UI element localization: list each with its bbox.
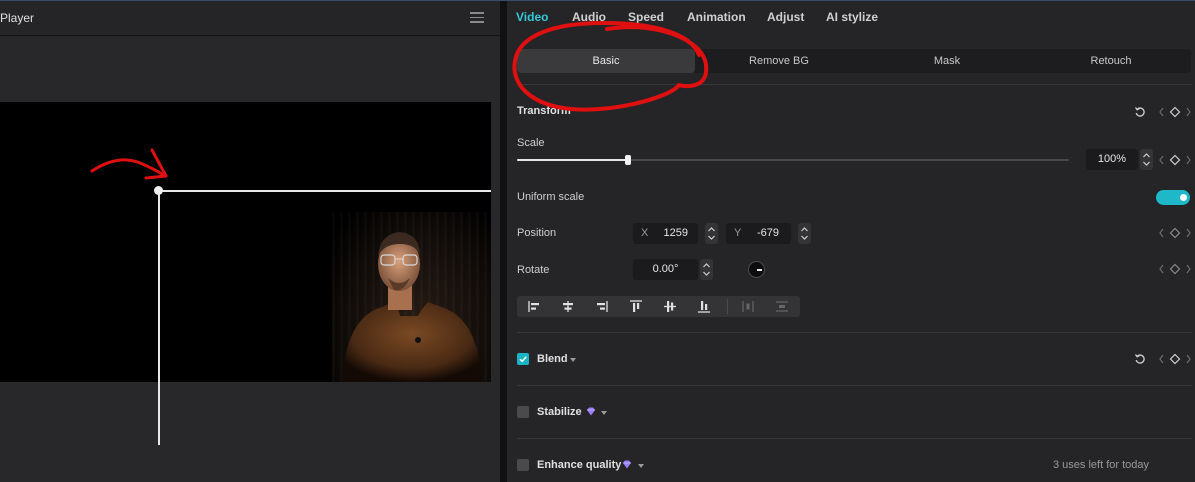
premium-gem-icon bbox=[587, 407, 595, 416]
player-panel: Player bbox=[0, 1, 500, 482]
enhance-quality-checkbox[interactable] bbox=[517, 459, 529, 471]
person-figure bbox=[342, 232, 482, 382]
position-y-value: -679 bbox=[756, 227, 779, 239]
dial-hand bbox=[757, 269, 762, 271]
scale-slider[interactable] bbox=[517, 155, 1069, 165]
reset-icon[interactable] bbox=[1134, 353, 1146, 365]
scale-stepper-icon[interactable] bbox=[1140, 149, 1153, 170]
blend-label[interactable]: Blend bbox=[537, 353, 568, 365]
subtab-mask[interactable]: Mask bbox=[863, 49, 1031, 73]
toggle-knob bbox=[1180, 194, 1187, 201]
rotate-label: Rotate bbox=[517, 264, 550, 276]
menu-icon[interactable] bbox=[470, 12, 484, 24]
distribute-h-icon[interactable] bbox=[731, 296, 765, 317]
blend-checkbox[interactable] bbox=[517, 353, 529, 365]
chevron-down-icon[interactable] bbox=[601, 411, 607, 415]
stabilize-label[interactable]: Stabilize bbox=[537, 406, 582, 418]
divider bbox=[517, 438, 1192, 439]
align-top-icon[interactable] bbox=[619, 296, 653, 317]
alignment-toolbar bbox=[517, 296, 800, 317]
enhance-quality-usage-note: 3 uses left for today bbox=[1053, 459, 1149, 471]
stabilize-checkbox[interactable] bbox=[517, 406, 529, 418]
video-canvas[interactable] bbox=[0, 102, 491, 382]
rotate-dial-icon[interactable] bbox=[748, 261, 765, 278]
annotation-arrow bbox=[90, 148, 168, 180]
keyframe-icon[interactable] bbox=[1158, 353, 1192, 365]
keyframe-icon[interactable] bbox=[1158, 227, 1192, 239]
keyframe-icon[interactable] bbox=[1158, 154, 1192, 166]
position-label: Position bbox=[517, 227, 557, 239]
snap-guide-anchor[interactable] bbox=[154, 186, 163, 195]
distribute-v-icon[interactable] bbox=[765, 296, 799, 317]
position-x-value: 1259 bbox=[663, 227, 688, 239]
align-right-icon[interactable] bbox=[585, 296, 619, 317]
annotation-circle bbox=[512, 20, 709, 112]
uniform-scale-label: Uniform scale bbox=[517, 191, 585, 203]
uniform-scale-toggle[interactable] bbox=[1156, 190, 1190, 205]
align-left-icon[interactable] bbox=[517, 296, 551, 317]
position-x-stepper-icon[interactable] bbox=[705, 223, 718, 244]
toolbar-separator bbox=[727, 299, 728, 314]
position-x-label: X bbox=[641, 227, 649, 239]
scale-slider-fill bbox=[517, 159, 628, 161]
align-center-v-icon[interactable] bbox=[653, 296, 687, 317]
scale-value: 100% bbox=[1097, 153, 1127, 165]
chevron-down-icon[interactable] bbox=[638, 464, 644, 468]
premium-gem-icon bbox=[623, 460, 631, 469]
scale-label: Scale bbox=[517, 137, 545, 149]
enhance-quality-label[interactable]: Enhance quality bbox=[537, 459, 621, 471]
position-y-label: Y bbox=[734, 227, 742, 239]
keyframe-icon[interactable] bbox=[1158, 106, 1192, 118]
snap-guide-vertical bbox=[158, 190, 160, 445]
position-x-input[interactable]: X 1259 bbox=[633, 223, 698, 244]
inspector-panel: Video Audio Speed Animation Adjust AI st… bbox=[507, 1, 1195, 482]
scale-slider-thumb[interactable] bbox=[625, 155, 631, 165]
subtab-remove-bg[interactable]: Remove BG bbox=[695, 49, 863, 73]
app-window: Player Video Audio Speed Animation Adjus… bbox=[0, 0, 1195, 482]
align-center-h-icon[interactable] bbox=[551, 296, 585, 317]
align-bottom-icon[interactable] bbox=[687, 296, 721, 317]
position-y-input[interactable]: Y -679 bbox=[726, 223, 791, 244]
subtab-retouch[interactable]: Retouch bbox=[1031, 49, 1191, 73]
keyframe-icon[interactable] bbox=[1158, 263, 1192, 275]
rotate-value: 0.00° bbox=[652, 263, 679, 275]
player-title: Player bbox=[0, 11, 35, 25]
tab-ai-stylize[interactable]: AI stylize bbox=[826, 10, 878, 24]
tab-adjust[interactable]: Adjust bbox=[767, 10, 804, 24]
rotate-stepper-icon[interactable] bbox=[700, 259, 713, 280]
player-header: Player bbox=[0, 1, 500, 36]
reset-icon[interactable] bbox=[1134, 106, 1146, 118]
divider bbox=[517, 385, 1192, 386]
snap-guide-horizontal bbox=[158, 190, 491, 192]
rotate-input[interactable]: 0.00° bbox=[633, 259, 698, 280]
scale-input[interactable]: 100% bbox=[1086, 149, 1138, 170]
chevron-down-icon[interactable] bbox=[570, 358, 576, 362]
position-y-stepper-icon[interactable] bbox=[798, 223, 811, 244]
divider bbox=[517, 332, 1192, 333]
